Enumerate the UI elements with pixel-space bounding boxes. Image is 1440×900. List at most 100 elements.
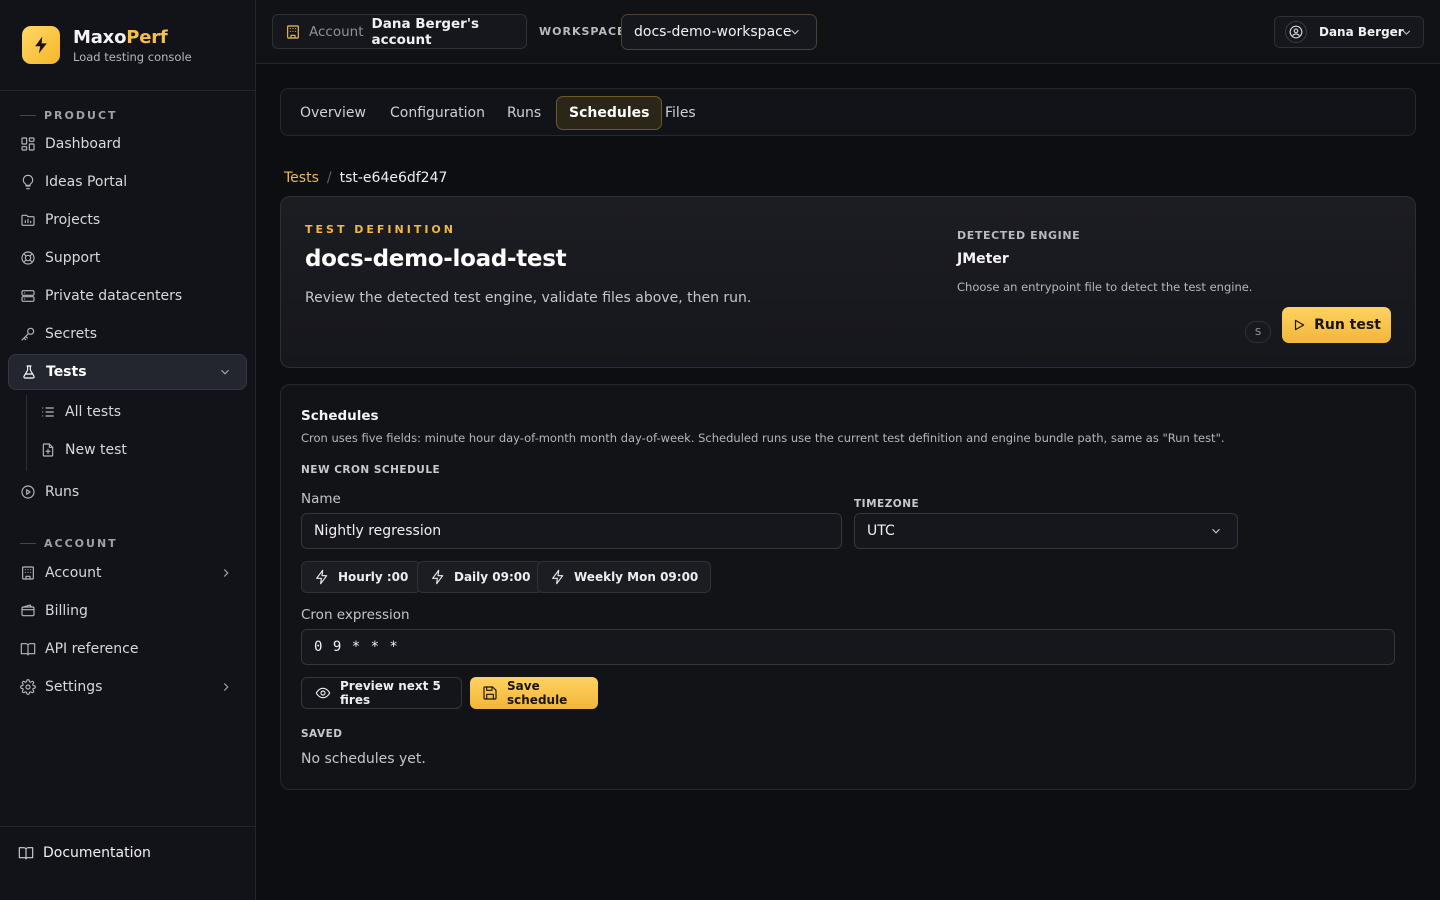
account-name: Dana Berger's account [371,15,480,48]
book-open-icon [18,845,34,861]
tab-files[interactable]: Files [653,96,708,130]
schedules-title: Schedules [301,408,379,424]
schedules-description: Cron uses five fields: minute hour day-o… [301,431,1225,445]
sidebar-item-projects[interactable]: Projects [8,202,247,238]
sidebar-item-label: Ideas Portal [45,174,128,190]
bolt-icon [314,569,330,585]
user-name: Dana Berger [1319,25,1404,39]
lightbulb-icon [20,174,36,190]
tab-schedules[interactable]: Schedules [556,96,663,130]
sidebar-item-account[interactable]: Account [8,555,247,591]
building-icon [20,565,36,581]
schedule-name-input[interactable]: Nightly regression [301,513,842,549]
sidebar-item-settings[interactable]: Settings [8,669,247,705]
name-field-label: Name [301,491,341,507]
chevron-down-icon [1400,26,1413,39]
definition-kicker: TEST DEFINITION [305,223,456,236]
eye-icon [315,685,331,701]
file-plus-icon [40,442,56,458]
run-test-button[interactable]: Run test [1282,307,1391,343]
submenu-guide-line [26,395,27,471]
dashboard-icon [20,136,36,152]
sidebar-subitem-new-test[interactable]: New test [30,432,240,468]
bolt-icon [430,569,446,585]
sidebar-item-private-datacenters[interactable]: Private datacenters [8,278,247,314]
sidebar-item-runs[interactable]: Runs [8,474,247,510]
tab-configuration[interactable]: Configuration [378,96,497,130]
empty-state-text: No schedules yet. [301,751,426,767]
documentation-link[interactable]: Documentation [18,845,151,861]
sidebar-footer: Documentation [0,826,255,900]
workspace-select[interactable]: docs-demo-workspace [621,14,817,50]
preview-label: Preview next 5 fires [340,679,441,707]
sidebar-item-label: Runs [45,484,80,500]
breadcrumb-separator: / [326,170,332,186]
sidebar-item-support[interactable]: Support [8,240,247,276]
preview-fires-button[interactable]: Preview next 5 fires [301,677,462,709]
user-avatar-icon [1285,21,1307,43]
sidebar-item-label: Billing [45,603,88,619]
page-title: docs-demo-load-test [305,246,567,272]
preset-daily-button[interactable]: Daily 09:00 [417,561,544,593]
sidebar-item-api-reference[interactable]: API reference [8,631,247,667]
bolt-icon [550,569,566,585]
lifebuoy-icon [20,250,36,266]
sidebar-item-label: Tests [46,364,87,380]
topbar: Account Dana Berger's account WORKSPACE … [256,0,1440,64]
sidebar-item-tests[interactable]: Tests [8,354,247,390]
breadcrumb: Tests / tst-e64e6df247 [284,170,447,186]
engine-label: DETECTED ENGINE [957,229,1081,242]
workspace-label: WORKSPACE [539,25,626,38]
sidebar-subitem-all-tests[interactable]: All tests [30,394,240,430]
chevron-down-icon [1209,524,1223,538]
chevron-down-icon [788,25,802,39]
flask-icon [21,364,37,380]
new-schedule-label: NEW CRON SCHEDULE [301,464,441,476]
save-icon [482,685,498,701]
timezone-value: UTC [867,523,895,539]
server-icon [20,288,36,304]
preset-weekly-button[interactable]: Weekly Mon 09:00 [537,561,712,593]
sidebar-item-label: Private datacenters [45,288,183,304]
saved-label: SAVED [301,728,343,740]
sidebar-item-label: Account [45,565,102,581]
play-icon [1292,318,1306,332]
account-switcher[interactable]: Account Dana Berger's account [272,14,527,49]
sidebar: MaxoPerf Load testing console PRODUCT Da… [0,0,256,900]
sidebar-item-ideas-portal[interactable]: Ideas Portal [8,164,247,200]
definition-description: Review the detected test engine, validat… [305,290,752,306]
documentation-label: Documentation [43,845,151,861]
tab-overview[interactable]: Overview [288,96,378,130]
engine-hint: Choose an entrypoint file to detect the … [957,280,1253,294]
account-label: Account [309,23,364,40]
workspace-value: docs-demo-workspace [634,24,792,40]
brand[interactable]: MaxoPerf Load testing console [22,26,192,64]
tab-runs[interactable]: Runs [495,96,553,130]
list-icon [40,404,56,420]
sidebar-item-label: All tests [65,404,121,420]
preset-hourly-button[interactable]: Hourly :00 [301,561,422,593]
timezone-select[interactable]: UTC [854,513,1238,549]
test-definition-card: TEST DEFINITION docs-demo-load-test Revi… [280,196,1416,368]
sidebar-item-secrets[interactable]: Secrets [8,316,247,352]
sidebar-item-label: API reference [45,641,139,657]
brand-subtitle: Load testing console [73,49,192,64]
sidebar-item-label: Projects [45,212,101,228]
cron-field-label: Cron expression [301,607,410,623]
user-menu-button[interactable]: Dana Berger [1274,16,1424,48]
book-open-icon [20,641,36,657]
schedules-card: Schedules Cron uses five fields: minute … [280,384,1416,790]
building-icon [285,24,301,40]
sidebar-item-billing[interactable]: Billing [8,593,247,629]
bolt-logo-icon [22,26,60,64]
main-content: Overview Configuration Runs Schedules Fi… [256,64,1440,900]
cron-expression-input[interactable]: 0 9 * * * [301,629,1395,665]
chevron-right-icon [219,566,233,580]
breadcrumb-current: tst-e64e6df247 [339,170,448,186]
preset-label: Weekly Mon 09:00 [574,570,699,584]
save-schedule-button[interactable]: Save schedule [470,677,598,709]
breadcrumb-tests-link[interactable]: Tests [284,170,319,186]
sidebar-item-dashboard[interactable]: Dashboard [8,126,247,162]
chevron-right-icon [219,680,233,694]
gear-icon [20,679,36,695]
